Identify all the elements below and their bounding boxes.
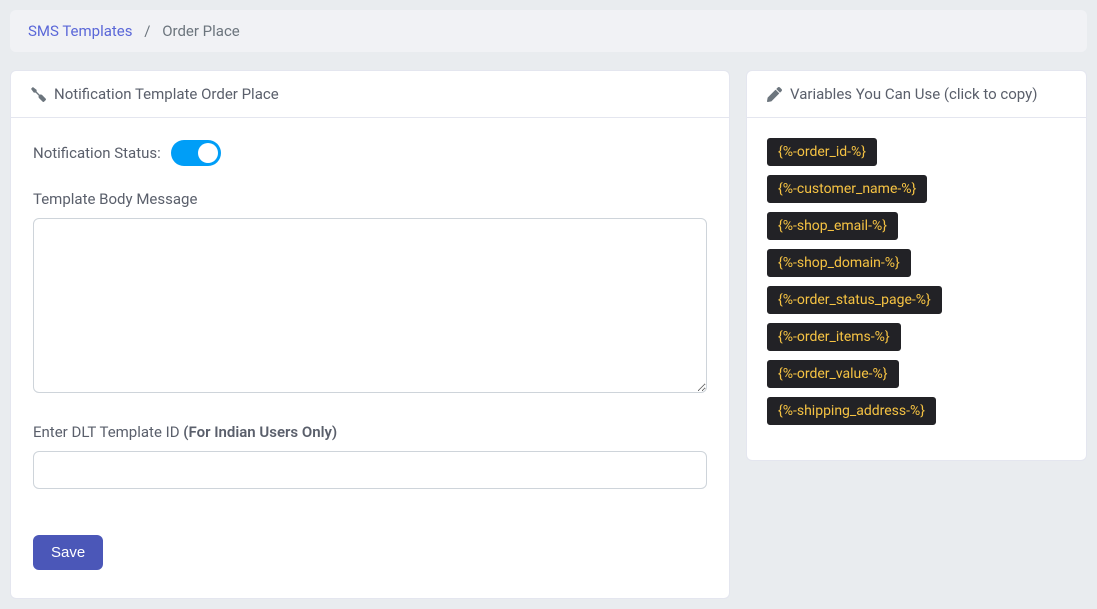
- save-button[interactable]: Save: [33, 535, 103, 570]
- notification-status-toggle[interactable]: [171, 140, 221, 166]
- breadcrumb-parent-link[interactable]: SMS Templates: [28, 22, 133, 40]
- breadcrumb-separator: /: [144, 22, 150, 40]
- variable-tag[interactable]: {%-customer_name-%}: [767, 175, 927, 203]
- variable-tag[interactable]: {%-order_id-%}: [767, 138, 877, 166]
- variable-tag[interactable]: {%-shipping_address-%}: [767, 397, 936, 425]
- template-card: Notification Template Order Place Notifi…: [10, 70, 730, 599]
- variable-tag[interactable]: {%-shop_domain-%}: [767, 249, 911, 277]
- notification-status-label: Notification Status:: [33, 144, 161, 162]
- template-card-title: Notification Template Order Place: [54, 85, 279, 103]
- variables-card-title: Variables You Can Use (click to copy): [790, 85, 1037, 103]
- template-card-header: Notification Template Order Place: [11, 71, 729, 118]
- template-body-label: Template Body Message: [33, 190, 707, 208]
- pencil-icon: [767, 87, 782, 102]
- variable-tag[interactable]: {%-shop_email-%}: [767, 212, 898, 240]
- variables-card-header: Variables You Can Use (click to copy): [747, 71, 1086, 118]
- variable-tag[interactable]: {%-order_items-%}: [767, 323, 901, 351]
- dlt-template-input[interactable]: [33, 451, 707, 489]
- dlt-label-strong: (For Indian Users Only): [183, 423, 337, 441]
- dlt-template-label: Enter DLT Template ID (For Indian Users …: [33, 423, 707, 441]
- variable-tag[interactable]: {%-order_status_page-%}: [767, 286, 942, 314]
- dlt-label-text: Enter DLT Template ID: [33, 423, 183, 441]
- breadcrumb-current: Order Place: [162, 22, 240, 40]
- toggle-knob: [198, 143, 218, 163]
- variables-card: Variables You Can Use (click to copy) {%…: [746, 70, 1087, 461]
- template-body-textarea[interactable]: [33, 218, 707, 393]
- breadcrumb: SMS Templates / Order Place: [10, 10, 1087, 52]
- variable-tag[interactable]: {%-order_value-%}: [767, 360, 899, 388]
- wrench-icon: [31, 87, 46, 102]
